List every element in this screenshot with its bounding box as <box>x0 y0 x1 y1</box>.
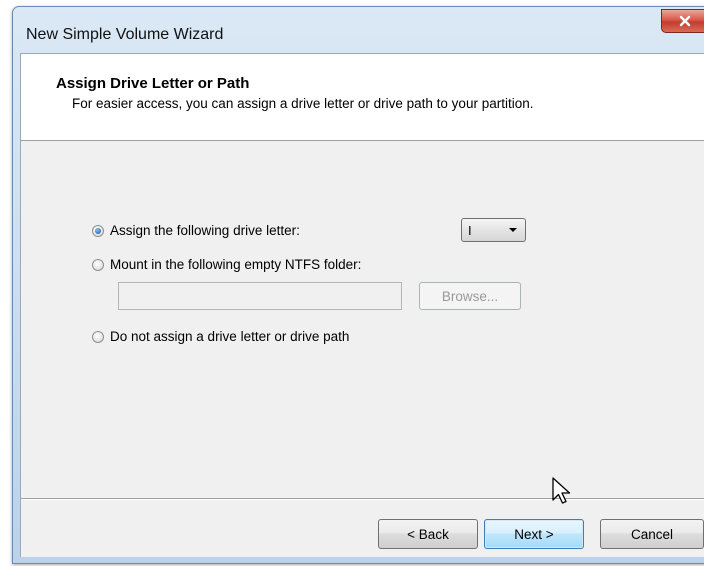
wizard-window: New Simple Volume Wizard Assign Drive Le… <box>12 6 704 564</box>
option-mount-folder-label: Mount in the following empty NTFS folder… <box>110 257 362 272</box>
close-icon <box>679 15 691 27</box>
folder-path-input[interactable] <box>118 282 402 310</box>
next-button[interactable]: Next > <box>484 519 584 549</box>
mouse-pointer-icon <box>552 477 571 504</box>
drive-letter-select[interactable]: I <box>461 218 526 242</box>
footer-divider <box>21 498 704 499</box>
option-no-assign[interactable]: Do not assign a drive letter or drive pa… <box>92 329 349 344</box>
back-button[interactable]: < Back <box>378 519 478 549</box>
title-bar[interactable]: New Simple Volume Wizard <box>13 7 704 53</box>
dropdown-arrow-icon <box>509 228 517 232</box>
radio-mount-folder[interactable] <box>92 258 104 271</box>
radio-no-assign[interactable] <box>92 330 104 343</box>
wizard-body: Assign Drive Letter or Path For easier a… <box>20 53 704 557</box>
option-mount-folder[interactable]: Mount in the following empty NTFS folder… <box>92 257 361 272</box>
drive-letter-value: I <box>468 222 472 238</box>
option-no-assign-label: Do not assign a drive letter or drive pa… <box>110 329 350 344</box>
page-subtitle: For easier access, you can assign a driv… <box>72 96 534 111</box>
browse-button[interactable]: Browse... <box>419 282 521 310</box>
close-button[interactable] <box>661 9 704 33</box>
page-title: Assign Drive Letter or Path <box>56 75 250 92</box>
wizard-header: Assign Drive Letter or Path For easier a… <box>21 54 704 141</box>
option-assign-letter-label: Assign the following drive letter: <box>110 223 300 238</box>
window-title: New Simple Volume Wizard <box>26 26 224 43</box>
option-assign-letter[interactable]: Assign the following drive letter: <box>92 223 300 238</box>
radio-assign-letter[interactable] <box>92 224 104 237</box>
cancel-button[interactable]: Cancel <box>600 519 704 549</box>
